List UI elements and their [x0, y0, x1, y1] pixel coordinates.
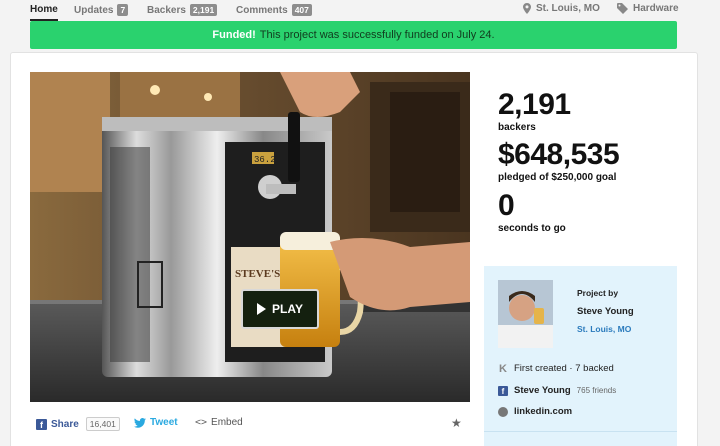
pledged-goal-label: pledged of $250,000 goal — [498, 172, 617, 183]
tag-icon — [617, 3, 628, 14]
time-remaining: 0 — [498, 189, 515, 222]
funded-banner: Funded! This project was successfully fu… — [30, 21, 677, 49]
svg-text:STEVE'S: STEVE'S — [235, 268, 280, 280]
tab-home[interactable]: Home — [30, 4, 58, 21]
share-bar: f Share 16,401 Tweet <> Embed ★ — [30, 408, 470, 438]
machine-display-readout: 36.2 — [254, 155, 276, 165]
play-button[interactable]: PLAY — [241, 289, 319, 329]
embed-button[interactable]: <> Embed — [195, 417, 243, 428]
backers-label: backers — [498, 122, 536, 133]
facebook-name: Steve Young — [514, 385, 571, 396]
facebook-icon: f — [498, 385, 508, 396]
play-label: PLAY — [272, 302, 303, 316]
tab-home-label: Home — [30, 4, 58, 15]
tab-updates-label: Updates — [74, 4, 114, 16]
twitter-tweet-label: Tweet — [150, 417, 178, 428]
time-remaining-label: seconds to go — [498, 223, 566, 234]
project-by-label: Project by — [577, 288, 619, 298]
project-nav: Home Updates 7 Backers 2,191 Comments 40… — [0, 0, 720, 21]
facebook-share-button[interactable]: f Share 16,401 — [36, 417, 120, 431]
code-icon: <> — [195, 417, 208, 428]
kickstarter-history-text: First created · 7 backed — [514, 363, 614, 374]
location-link[interactable]: St. Louis, MO — [523, 3, 600, 14]
creator-name[interactable]: Steve Young — [577, 306, 634, 317]
tab-backers[interactable]: Backers 2,191 — [147, 4, 218, 16]
play-icon — [257, 303, 267, 315]
facebook-share-label: Share — [51, 418, 79, 430]
facebook-profile-link[interactable]: f Steve Young 765 friends — [498, 385, 616, 396]
comments-count-badge: 407 — [291, 4, 312, 16]
funded-status: Funded! — [212, 29, 256, 41]
embed-label: Embed — [211, 417, 243, 428]
creator-divider — [484, 431, 677, 432]
facebook-friends-count: 765 friends — [576, 386, 617, 395]
globe-icon — [498, 406, 508, 417]
map-pin-icon — [523, 3, 531, 14]
creator-location[interactable]: St. Louis, MO — [577, 324, 631, 334]
website-link[interactable]: linkedin.com — [498, 406, 572, 417]
backers-count: 2,191 — [498, 88, 571, 121]
video-thumbnail: 36.2 STEVE'S — [30, 72, 470, 402]
location-label: St. Louis, MO — [536, 3, 600, 14]
facebook-share-count: 16,401 — [85, 417, 120, 431]
facebook-icon: f — [36, 418, 47, 430]
backers-count-badge: 2,191 — [189, 4, 218, 16]
tab-backers-label: Backers — [147, 4, 186, 16]
updates-count-badge: 7 — [117, 4, 129, 16]
tab-updates[interactable]: Updates 7 — [74, 4, 129, 16]
twitter-bird-icon — [134, 417, 146, 428]
funded-message: This project was successfully funded on … — [259, 29, 495, 41]
kickstarter-k-icon: K — [499, 362, 507, 375]
tab-comments[interactable]: Comments 407 — [236, 4, 312, 16]
creator-box: Project by Steve Young St. Louis, MO K F… — [484, 266, 677, 446]
website-label: linkedin.com — [514, 406, 573, 417]
category-link[interactable]: Hardware — [617, 3, 679, 14]
kickstarter-history: K First created · 7 backed — [498, 362, 614, 375]
creator-avatar[interactable] — [498, 280, 553, 348]
twitter-tweet-button[interactable]: Tweet — [134, 417, 178, 428]
category-label: Hardware — [633, 3, 679, 14]
star-icon[interactable]: ★ — [451, 416, 462, 430]
tab-comments-label: Comments — [236, 4, 288, 16]
pledged-amount: $648,535 — [498, 138, 620, 171]
project-video[interactable]: 36.2 STEVE'S PLAY — [30, 72, 470, 402]
